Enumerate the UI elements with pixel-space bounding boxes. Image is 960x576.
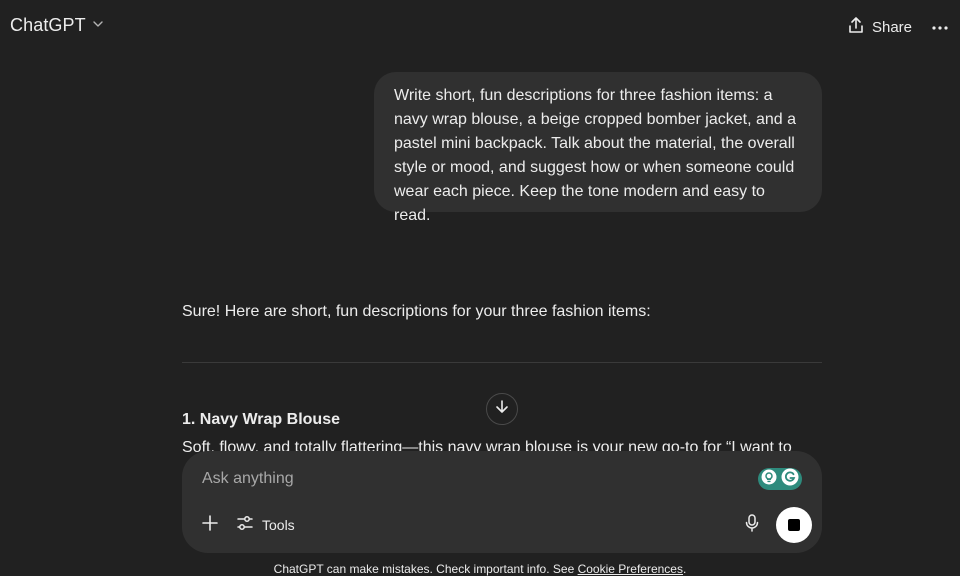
message-composer: Tools [182, 451, 822, 553]
share-label: Share [871, 18, 912, 36]
disclaimer: ChatGPT can make mistakes. Check importa… [0, 561, 960, 576]
add-attachment-button[interactable] [200, 514, 220, 536]
share-button[interactable]: Share [848, 16, 912, 38]
prompt-input[interactable] [202, 467, 742, 491]
disclaimer-suffix: . [682, 562, 687, 576]
more-horizontal-icon [932, 17, 948, 35]
arrow-down-icon [494, 399, 510, 420]
user-message-bubble: Write short, fun descriptions for three … [374, 72, 822, 224]
chevron-down-icon [92, 17, 104, 35]
grammarly-icon [781, 468, 799, 491]
microphone-icon [745, 513, 759, 537]
item-heading: 1. Navy Wrap Blouse [182, 411, 340, 428]
bulb-icon [761, 469, 777, 490]
sliders-icon [236, 514, 254, 535]
more-options-button[interactable] [930, 16, 950, 36]
assistant-intro-text: Sure! Here are short, fun descriptions f… [182, 303, 651, 320]
share-icon [848, 16, 864, 38]
top-bar: ChatGPT Share [0, 0, 960, 54]
scroll-to-bottom-button[interactable] [486, 393, 518, 425]
divider [182, 362, 822, 363]
cookie-preferences-link[interactable]: Cookie Preferences [578, 562, 683, 576]
dictate-button[interactable] [742, 513, 762, 537]
stop-icon [788, 519, 800, 531]
stop-generating-button[interactable] [776, 507, 812, 543]
tools-label: Tools [262, 516, 295, 533]
model-name: ChatGPT [10, 15, 86, 35]
grammarly-widget[interactable] [758, 468, 802, 490]
disclaimer-text: ChatGPT can make mistakes. Check importa… [273, 562, 578, 576]
model-selector[interactable]: ChatGPT [10, 15, 104, 36]
tools-button[interactable]: Tools [236, 514, 295, 535]
chat-page: ChatGPT Share Write short, fun descripti… [0, 0, 960, 576]
plus-icon [202, 514, 218, 536]
